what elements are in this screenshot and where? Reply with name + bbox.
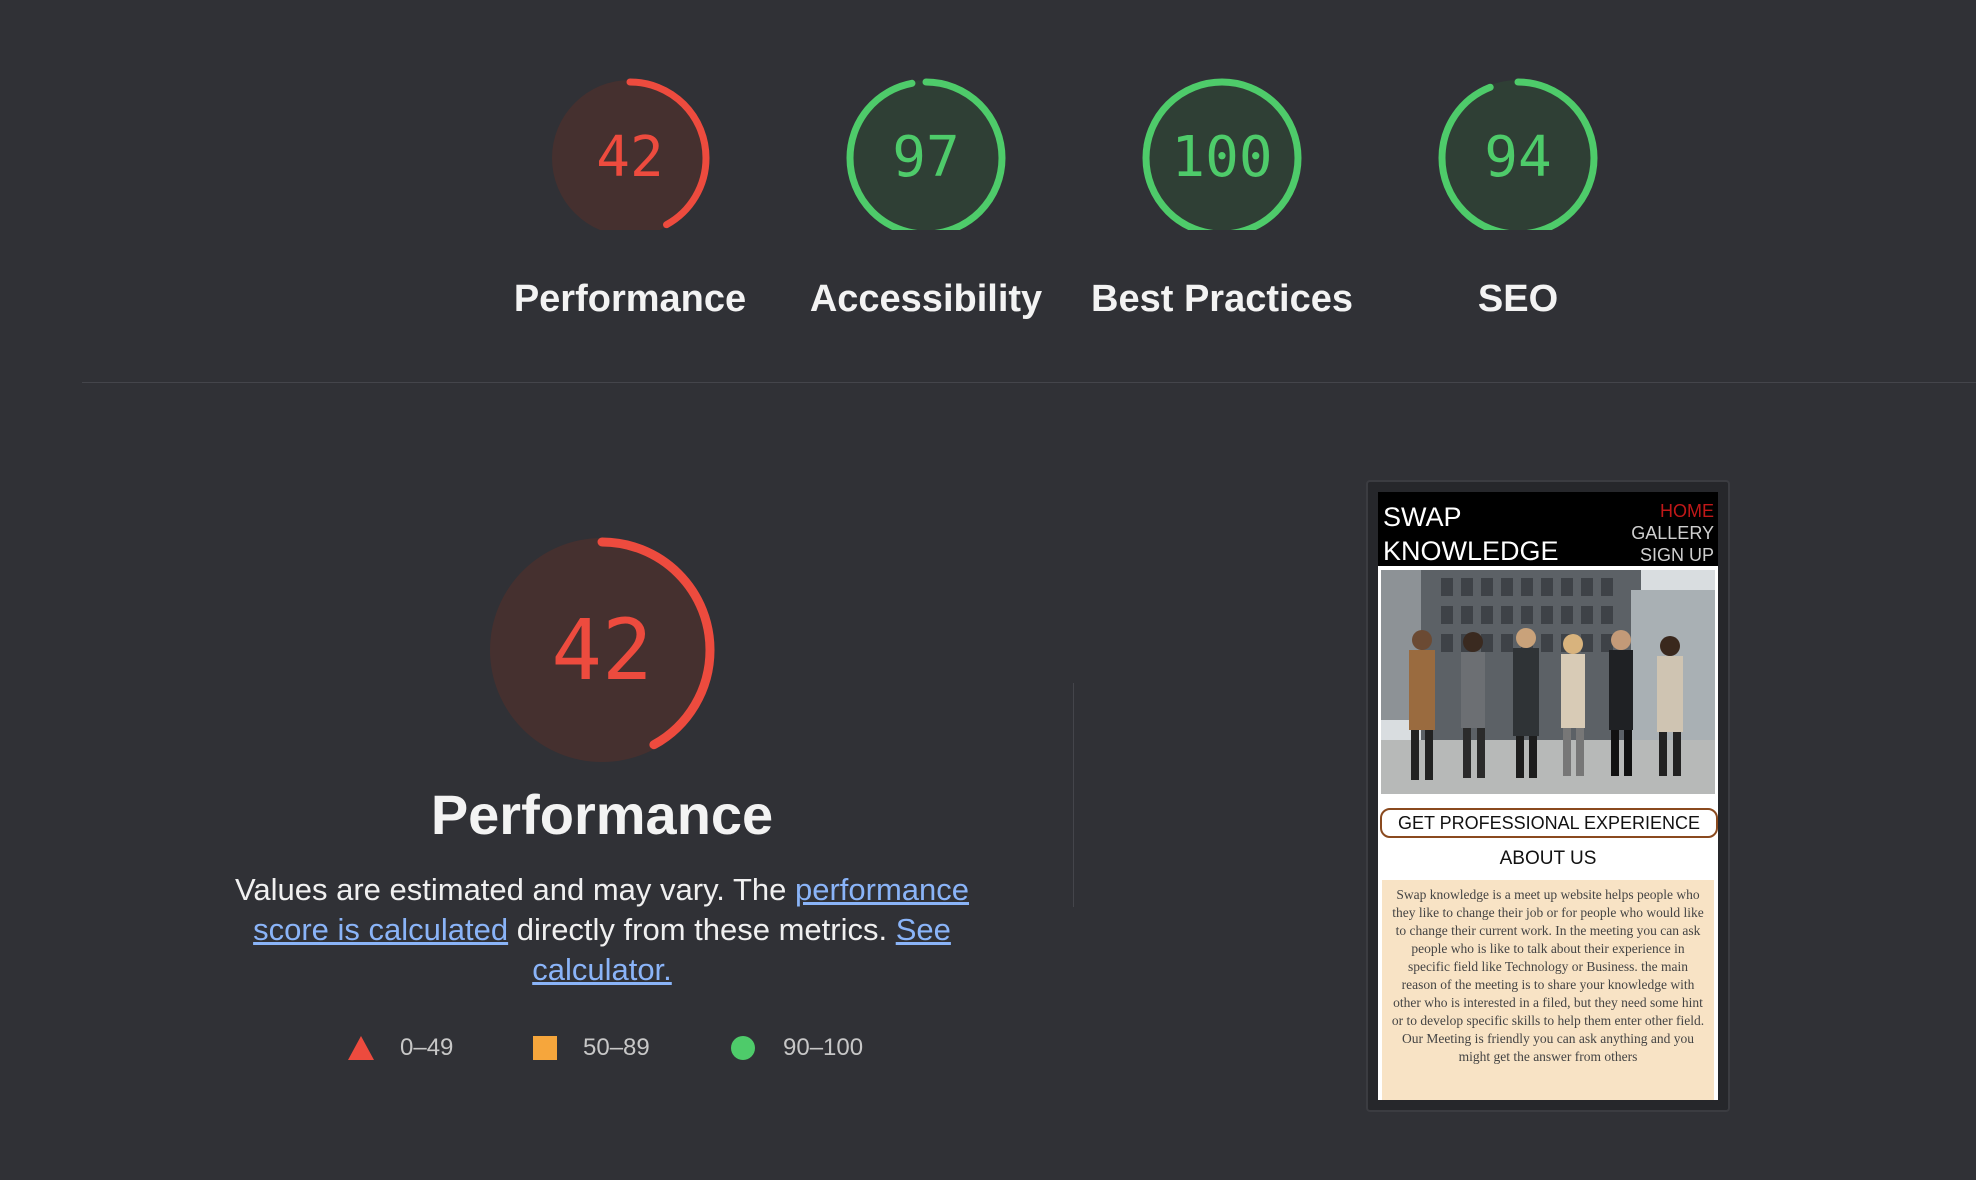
description-text-2: directly from these metrics. bbox=[508, 912, 896, 947]
seo-gauge[interactable]: 94 SEO bbox=[1418, 70, 1618, 320]
performance-score: 42 bbox=[596, 125, 664, 190]
performance-gauge[interactable]: 42 Performance bbox=[514, 70, 746, 320]
legend-fail-range: 0–49 bbox=[400, 1034, 454, 1061]
site-nav-home: HOME bbox=[1660, 501, 1714, 521]
about-title: ABOUT US bbox=[1499, 848, 1597, 869]
accessibility-score: 97 bbox=[892, 125, 960, 190]
performance-big-gauge: 42 bbox=[480, 528, 724, 772]
performance-label: Performance bbox=[513, 278, 747, 320]
site-nav: HOME GALLERY SIGN UP bbox=[1631, 500, 1714, 566]
seo-label: SEO bbox=[1477, 278, 1559, 320]
legend-fail: 0–49 bbox=[348, 1030, 453, 1066]
best-practices-label: Best Practices bbox=[1091, 278, 1353, 320]
site-nav-signup: SIGN UP bbox=[1639, 545, 1714, 565]
get-experience-button: GET PROFESSIONAL EXPERIENCE bbox=[1380, 808, 1718, 838]
hero-image bbox=[1381, 570, 1715, 794]
triangle-icon bbox=[348, 1036, 374, 1060]
people-walking-image bbox=[1381, 570, 1715, 794]
performance-big-score: 42 bbox=[551, 601, 653, 699]
square-icon bbox=[533, 1036, 557, 1060]
brand-line-1: SWAP bbox=[1383, 502, 1462, 532]
about-text: Swap knowledge is a meet up website help… bbox=[1382, 880, 1714, 1100]
performance-heading: Performance bbox=[430, 783, 774, 846]
legend-pass: 90–100 bbox=[731, 1030, 863, 1066]
circle-icon bbox=[731, 1036, 755, 1060]
final-screenshot[interactable]: SWAP KNOWLEDGE HOME GALLERY SIGN UP GET … bbox=[1366, 480, 1730, 1112]
section-divider bbox=[82, 382, 1976, 383]
legend-pass-range: 90–100 bbox=[783, 1034, 864, 1061]
best-practices-gauge[interactable]: 100 Best Practices bbox=[1091, 70, 1353, 320]
description-text: Values are estimated and may vary. The bbox=[234, 872, 795, 907]
screenshot-page: SWAP KNOWLEDGE HOME GALLERY SIGN UP GET … bbox=[1378, 492, 1718, 1100]
legend-average-range: 50–89 bbox=[583, 1034, 650, 1061]
seo-score: 94 bbox=[1484, 125, 1552, 190]
best-practices-score: 100 bbox=[1171, 125, 1273, 190]
site-nav-gallery: GALLERY bbox=[1631, 523, 1714, 543]
accessibility-gauge[interactable]: 97 Accessibility bbox=[810, 70, 1042, 320]
performance-description: Values are estimated and may vary. The p… bbox=[212, 870, 992, 990]
legend-average: 50–89 bbox=[533, 1030, 650, 1066]
site-brand: SWAP KNOWLEDGE bbox=[1383, 500, 1559, 568]
accessibility-label: Accessibility bbox=[809, 278, 1043, 320]
brand-line-2: KNOWLEDGE bbox=[1383, 536, 1559, 566]
vertical-divider bbox=[1073, 683, 1074, 907]
site-header: SWAP KNOWLEDGE HOME GALLERY SIGN UP bbox=[1378, 492, 1718, 566]
